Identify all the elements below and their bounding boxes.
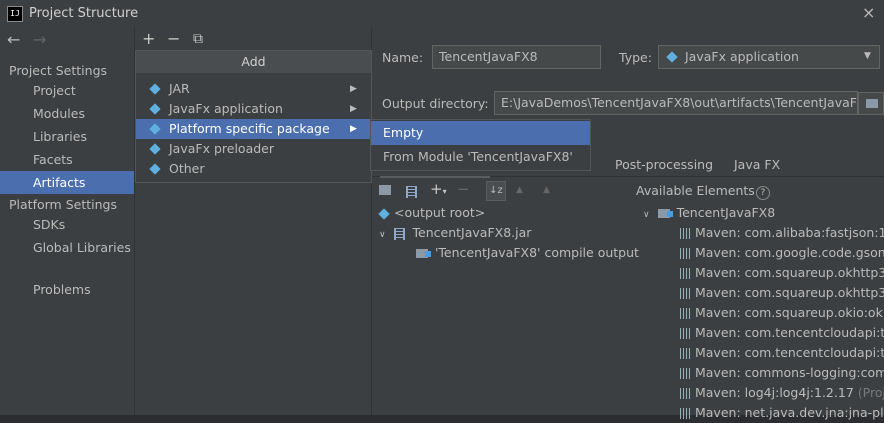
submenu-arrow-icon: ▶ bbox=[350, 124, 357, 134]
sidebar-item-problems[interactable]: Problems bbox=[0, 278, 134, 301]
available-library-item[interactable]: Maven: net.java.dev.jna:jna-platf bbox=[680, 403, 884, 423]
add-menu-header: Add bbox=[136, 51, 371, 73]
library-scope-label: (Projec bbox=[857, 385, 884, 400]
submenu-item-empty[interactable]: Empty bbox=[371, 121, 590, 145]
preloader-type-icon bbox=[149, 143, 161, 155]
tree-compile-output[interactable]: 'TencentJavaFX8' compile output bbox=[416, 243, 639, 263]
menu-item-javafx-preloader[interactable]: JavaFx preloader bbox=[136, 139, 371, 159]
platform-settings-heading: Platform Settings bbox=[9, 197, 117, 212]
available-library-label: Maven: com.tencentcloudapi:ten bbox=[694, 325, 884, 340]
javafx-type-icon bbox=[149, 103, 161, 115]
submenu-item-from-module[interactable]: From Module 'TencentJavaFX8' bbox=[371, 145, 590, 169]
tab-post-processing[interactable]: Post-processing bbox=[615, 157, 713, 172]
intellij-app-icon: IJ bbox=[7, 6, 23, 22]
close-icon[interactable]: × bbox=[862, 3, 875, 22]
available-library-label: Maven: com.google.code.gson:g bbox=[694, 245, 884, 260]
package-type-icon bbox=[149, 123, 161, 135]
library-icon bbox=[680, 288, 691, 299]
submenu-arrow-icon: ▶ bbox=[350, 104, 357, 114]
library-icon bbox=[680, 388, 691, 399]
library-icon bbox=[680, 248, 691, 259]
remove-icon[interactable]: − bbox=[167, 29, 180, 48]
output-directory-label: Output directory: bbox=[382, 96, 489, 111]
library-icon bbox=[680, 348, 691, 359]
project-settings-heading: Project Settings bbox=[9, 63, 108, 78]
menu-item-jar[interactable]: JAR ▶ bbox=[136, 79, 371, 99]
add-icon[interactable]: + bbox=[142, 29, 155, 48]
name-input[interactable]: TencentJavaFX8 bbox=[432, 45, 601, 69]
tab-underline bbox=[380, 176, 490, 178]
menu-item-platform-specific-package[interactable]: Platform specific package ▶ bbox=[136, 119, 371, 139]
menu-item-other[interactable]: Other bbox=[136, 159, 371, 179]
available-library-item[interactable]: Maven: commons-logging:comm bbox=[680, 363, 884, 383]
tree-output-root[interactable]: <output root> bbox=[378, 203, 485, 223]
copy-icon[interactable]: ⧉ bbox=[193, 31, 203, 47]
browse-folder-button[interactable] bbox=[858, 92, 884, 115]
window-title: Project Structure bbox=[29, 6, 139, 21]
help-icon: ? bbox=[755, 186, 770, 200]
jar-icon bbox=[393, 227, 405, 240]
sidebar-item-modules[interactable]: Modules bbox=[0, 102, 134, 125]
available-library-label: Maven: commons-logging:comm bbox=[694, 365, 884, 380]
output-directory-input[interactable]: E:\JavaDemos\TencentJavaFX8\out\artifact… bbox=[494, 91, 858, 115]
sidebar-item-project[interactable]: Project bbox=[0, 79, 134, 102]
sort-icon[interactable]: ↓z bbox=[486, 181, 506, 201]
available-library-item[interactable]: Maven: com.squareup.okhttp3:lo bbox=[680, 263, 884, 283]
add-menu: Add JAR ▶ JavaFx application ▶ Platform sp… bbox=[135, 50, 372, 183]
platform-package-submenu: Empty From Module 'TencentJavaFX8' bbox=[370, 119, 591, 171]
library-icon bbox=[680, 368, 691, 379]
sidebar-item-facets[interactable]: Facets bbox=[0, 148, 134, 171]
available-library-label: Maven: com.squareup.okio:okio bbox=[694, 305, 884, 320]
available-library-label: Maven: com.squareup.okhttp3:o bbox=[694, 285, 884, 300]
add-copy-icon[interactable]: +▾ bbox=[430, 180, 447, 198]
library-icon bbox=[680, 228, 691, 239]
available-library-label: Maven: com.tencentcloudapi:ten bbox=[694, 345, 884, 360]
available-library-label: Maven: com.squareup.okhttp3:lo bbox=[694, 265, 884, 280]
tab-java-fx[interactable]: Java FX bbox=[734, 157, 780, 172]
library-icon bbox=[680, 308, 691, 319]
type-label: Type: bbox=[619, 50, 652, 65]
menu-item-javafx-application[interactable]: JavaFx application ▶ bbox=[136, 99, 371, 119]
sidebar-item-artifacts[interactable]: Artifacts bbox=[0, 171, 134, 194]
sidebar-item-sdks[interactable]: SDKs bbox=[0, 213, 134, 236]
available-library-item[interactable]: Maven: log4j:log4j:1.2.17 (Projec bbox=[680, 383, 884, 403]
available-library-label: Maven: log4j:log4j:1.2.17 bbox=[694, 385, 854, 400]
available-library-item[interactable]: Maven: com.squareup.okhttp3:o bbox=[680, 283, 884, 303]
add-archive-icon[interactable] bbox=[406, 183, 417, 198]
forward-arrow-icon[interactable]: → bbox=[33, 30, 46, 49]
new-folder-icon[interactable] bbox=[379, 185, 391, 195]
library-icon bbox=[680, 408, 691, 419]
sidebar-item-global-libraries[interactable]: Global Libraries bbox=[0, 236, 134, 259]
move-up-icon[interactable]: ▲ bbox=[516, 185, 523, 195]
type-select[interactable]: JavaFx application bbox=[658, 45, 880, 69]
available-library-item[interactable]: Maven: com.tencentcloudapi:ten bbox=[680, 323, 884, 343]
name-label: Name: bbox=[382, 50, 424, 65]
title-bar: IJ Project Structure × bbox=[0, 0, 884, 27]
available-library-label: Maven: com.alibaba:fastjson:1.2. bbox=[694, 225, 884, 240]
jar-type-icon bbox=[149, 83, 161, 95]
available-module[interactable]: ∨ TencentJavaFX8 bbox=[643, 203, 775, 223]
library-icon bbox=[680, 328, 691, 339]
library-icon bbox=[680, 268, 691, 279]
available-elements-heading: Available Elements? bbox=[636, 183, 770, 200]
other-type-icon bbox=[149, 163, 161, 175]
remove-element-icon[interactable]: − bbox=[457, 180, 470, 198]
available-library-item[interactable]: Maven: com.google.code.gson:g bbox=[680, 243, 884, 263]
submenu-arrow-icon: ▶ bbox=[350, 84, 357, 94]
chevron-down-icon: ▼ bbox=[864, 51, 871, 61]
available-library-label: Maven: net.java.dev.jna:jna-platf bbox=[694, 405, 884, 420]
tree-jar[interactable]: ∨ TencentJavaFX8.jar bbox=[379, 223, 531, 243]
move-down-icon[interactable]: ▲ bbox=[543, 185, 550, 195]
sidebar-item-libraries[interactable]: Libraries bbox=[0, 125, 134, 148]
type-value: JavaFx application bbox=[685, 49, 799, 64]
available-library-item[interactable]: Maven: com.squareup.okio:okio bbox=[680, 303, 884, 323]
available-library-item[interactable]: Maven: com.tencentcloudapi:ten bbox=[680, 343, 884, 363]
folder-icon bbox=[866, 99, 878, 108]
available-library-item[interactable]: Maven: com.alibaba:fastjson:1.2. bbox=[680, 223, 884, 243]
back-arrow-icon[interactable]: ← bbox=[7, 30, 20, 49]
